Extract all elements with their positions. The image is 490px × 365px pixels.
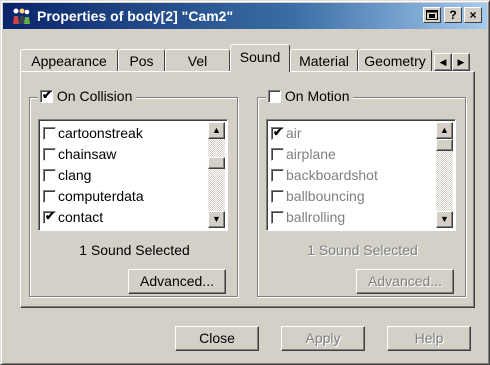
collision-advanced-button[interactable]: Advanced... [128,269,226,294]
restore-icon [426,10,438,20]
close-icon: × [469,8,477,22]
motion-sound-list: ✔ air airplane backboardshot ballbouncing… [266,119,456,231]
collision-status-text: 1 Sound Selected [79,242,190,258]
tab-pos[interactable]: Pos [118,49,165,73]
scroll-up-button: ▲ [436,122,453,139]
arrow-left-icon: ◀ [439,57,447,67]
item-label: air [286,125,302,141]
item-checkbox[interactable] [43,169,56,182]
apply-button: Apply [281,326,365,351]
arrow-down-icon: ▼ [212,214,221,224]
on-collision-group: ✔ On Collision cartoonstreak chainsaw cl… [29,88,238,297]
item-checkbox [271,211,284,224]
item-checkbox [271,148,284,161]
item-checkbox[interactable] [43,190,56,203]
item-checkbox [271,169,284,182]
list-item[interactable]: computerdata [43,186,144,207]
tab-vel[interactable]: Vel [165,49,230,73]
list-item: airplane [271,144,336,165]
item-checkbox[interactable] [43,127,56,140]
item-checkbox [271,190,284,203]
collision-sound-list[interactable]: cartoonstreak chainsaw clang computerdat… [38,119,228,231]
title-bar[interactable]: Properties of body[2] "Cam2" ? × [3,3,487,29]
tab-label: Vel [187,53,208,69]
motion-advanced-button: Advanced... [356,269,454,294]
tab-label: Geometry [364,53,426,69]
arrow-right-icon: ▶ [457,57,465,67]
restore-button[interactable] [423,7,441,23]
tab-label: Appearance [31,53,107,69]
on-collision-toggle[interactable]: ✔ On Collision [38,88,137,104]
window-title: Properties of body[2] "Cam2" [37,8,234,24]
item-label: chainsaw [58,146,117,162]
tab-material[interactable]: Material [290,49,358,73]
scroll-down-button[interactable]: ▼ [208,211,225,228]
list-item: ballbouncing [271,186,365,207]
list-item[interactable]: cartoonstreak [43,123,143,144]
item-label: backboardshot [286,167,378,183]
item-checkbox[interactable]: ✔ [43,209,56,224]
figures-icon [13,8,30,24]
check-icon: ✔ [45,209,56,223]
item-label: cartoonstreak [58,125,143,141]
check-icon: ✔ [42,88,53,102]
list-item: ✔ air [271,123,302,144]
motion-status-text: 1 Sound Selected [258,242,467,258]
list-item[interactable]: chainsaw [43,144,116,165]
help-button[interactable]: ? [444,7,462,23]
on-motion-toggle[interactable]: On Motion [266,88,354,104]
tab-appearance[interactable]: Appearance [20,49,118,73]
scroll-down-button: ▼ [436,211,453,228]
item-label: contact [58,209,104,225]
item-label: clang [58,167,92,183]
motion-list-scrollbar: ▲ ▼ [436,122,453,228]
on-collision-checkbox[interactable]: ✔ [40,88,53,103]
help-dialog-button: Help [387,326,471,351]
properties-dialog: Properties of body[2] "Cam2" ? × Appeara… [0,0,490,365]
close-dialog-button[interactable]: Close [175,326,259,351]
tab-label: Sound [239,49,281,65]
item-label: airplane [286,146,336,162]
sound-tab-panel: ✔ On Collision cartoonstreak chainsaw cl… [20,71,475,308]
help-icon: ? [449,8,457,22]
tab-label: Material [299,53,349,69]
check-icon: ✔ [273,125,284,139]
item-checkbox[interactable] [43,148,56,161]
on-motion-label: On Motion [284,88,350,104]
on-motion-checkbox[interactable] [268,90,281,103]
list-item[interactable]: ✔ contact [43,207,103,228]
scroll-thumb[interactable] [208,157,225,169]
close-button[interactable]: × [464,7,482,23]
tab-scroll-left-button[interactable]: ◀ [434,53,452,71]
item-label: computerdata [58,188,144,204]
scroll-thumb [436,139,453,151]
arrow-down-icon: ▼ [440,214,449,224]
tab-geometry[interactable]: Geometry [358,49,432,73]
tab-scroll-right-button[interactable]: ▶ [452,53,470,71]
on-collision-label: On Collision [56,88,133,104]
item-label: ballrolling [286,209,346,225]
list-item: ballrolling [271,207,345,228]
list-item: backboardshot [271,165,378,186]
arrow-up-icon: ▲ [440,125,449,135]
arrow-up-icon: ▲ [212,125,221,135]
item-label: ballbouncing [286,188,365,204]
tab-label: Pos [129,53,154,69]
tab-sound[interactable]: Sound [230,44,290,72]
item-checkbox: ✔ [271,125,284,140]
on-motion-group: On Motion ✔ air airplane backboardshot ba… [257,88,467,297]
list-item[interactable]: clang [43,165,91,186]
collision-list-scrollbar[interactable]: ▲ ▼ [208,122,225,228]
motion-status-label: 1 Sound Selected [307,242,418,258]
scroll-up-button[interactable]: ▲ [208,122,225,139]
